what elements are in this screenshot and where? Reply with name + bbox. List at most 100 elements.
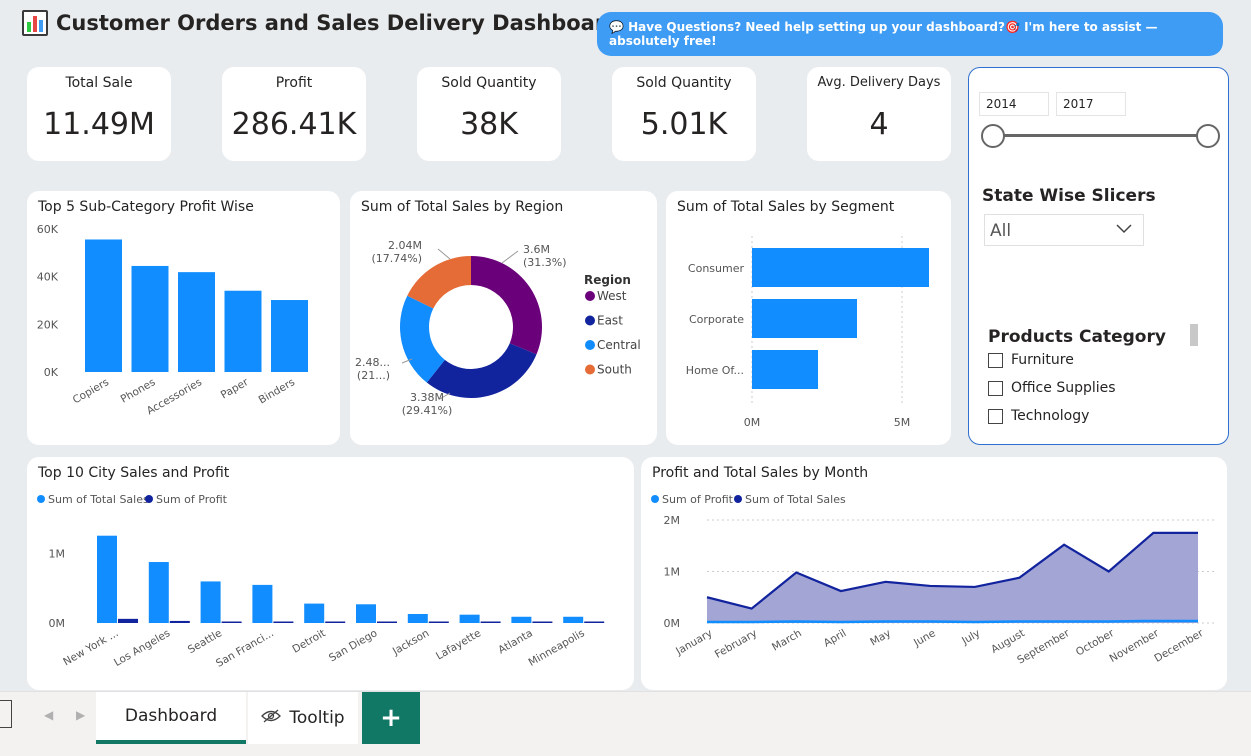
bar [85, 239, 122, 372]
checkbox[interactable] [988, 352, 1003, 368]
kpi-total-sale: Total Sale 11.49M [27, 67, 171, 161]
x-tick-label: Seattle [186, 627, 224, 656]
x-tick-label: Lafayette [434, 627, 483, 662]
x-tick-label: Copiers [71, 376, 111, 406]
checkbox[interactable] [988, 380, 1003, 396]
donut-slice [471, 256, 542, 355]
kpi-avg-delivery-days: Avg. Delivery Days 4 [807, 67, 951, 161]
bar [252, 584, 273, 623]
data-label-percent: (31.3%) [523, 256, 567, 269]
x-tick-label: November [1108, 627, 1162, 665]
subcategory-profit-plot: 0K20K40K60KCopiers PhonesAccessories Paper… [37, 223, 308, 417]
page-view-icon[interactable] [0, 700, 12, 728]
kpi-sold-quantity-2: Sold Quantity 5.01K [612, 67, 756, 161]
x-tick-label: December [1152, 627, 1206, 665]
bar [356, 604, 376, 623]
page-tab-bar: ◀ ▶ Dashboard Tooltip + [0, 691, 1251, 756]
x-tick-label: San Diego [327, 627, 379, 664]
bar [200, 581, 221, 623]
page-header: Customer Orders and Sales Delivery Dashb… [22, 10, 620, 36]
state-dropdown[interactable]: All [984, 214, 1144, 246]
leader-line [437, 248, 451, 260]
segment-sales-plot: 0M 5M Consumer Corporate Home Of... [686, 236, 929, 429]
city-sales-profit-chart: Top 10 City Sales and Profit Sum of Tota… [27, 457, 634, 690]
y-tick-label: 2M [664, 514, 681, 527]
bar [511, 616, 532, 623]
y-tick-label: 0M [664, 617, 681, 630]
category-option-technology[interactable]: Technology [988, 408, 1089, 424]
x-tick-label: San Franci... [214, 627, 276, 670]
bar [377, 621, 397, 623]
category-option-office-supplies[interactable]: Office Supplies [988, 380, 1116, 396]
bar [178, 272, 215, 372]
y-tick-label: 1M [49, 548, 66, 561]
category-slicer-heading: Products Category [988, 327, 1166, 347]
legend-marker [585, 315, 595, 326]
x-tick-label: April [822, 627, 849, 649]
kpi-label: Avg. Delivery Days [817, 75, 941, 90]
x-tick-label: Atlanta [496, 627, 535, 656]
x-tick-label: Binders [257, 376, 297, 406]
bar [532, 621, 553, 623]
bar-chart-icon [22, 10, 48, 36]
date-from-input[interactable]: 2014 [979, 92, 1049, 116]
y-tick-label: 40K [37, 271, 59, 284]
x-tick-label: New York ... [61, 627, 120, 668]
x-tick-label: January [673, 627, 714, 658]
help-banner[interactable]: 💬 Have Questions? Need help setting up y… [597, 12, 1223, 56]
bar [407, 613, 428, 623]
kpi-value: 286.41K [231, 107, 357, 142]
bar [273, 621, 294, 623]
kpi-sold-quantity: Sold Quantity 38K [417, 67, 561, 161]
data-label: 3.6M [523, 243, 550, 256]
kpi-label: Sold Quantity [441, 75, 537, 91]
x-tick-label: May [868, 627, 893, 648]
kpi-label: Sold Quantity [636, 75, 732, 91]
bar [224, 290, 262, 372]
bar [304, 603, 325, 623]
region-donut-plot: 3.6M(31.3%) 3.38M(29.41%) 2.48...(21...) 2.… [355, 239, 641, 417]
x-tick-label: 5M [894, 416, 911, 429]
checkbox[interactable] [988, 408, 1003, 424]
y-tick-label: Home Of... [686, 364, 744, 377]
date-slider-end-handle[interactable] [1196, 124, 1220, 148]
chevron-left-icon[interactable]: ◀ [44, 708, 53, 722]
chevron-right-icon[interactable]: ▶ [76, 708, 85, 722]
bar [271, 300, 308, 372]
bar [148, 562, 169, 623]
category-scrollbar[interactable] [1190, 324, 1198, 346]
bar [480, 621, 501, 623]
date-slider-track[interactable] [993, 134, 1209, 137]
tab-tooltip[interactable]: Tooltip [248, 692, 358, 744]
legend-marker [585, 364, 595, 375]
bar [325, 621, 346, 623]
legend-label: Sum of Total Sales [48, 493, 149, 506]
category-option-label: Furniture [1011, 352, 1074, 368]
add-page-button[interactable]: + [362, 692, 420, 744]
page-title: Customer Orders and Sales Delivery Dashb… [56, 11, 621, 35]
tab-label: Dashboard [124, 706, 218, 726]
leader-line [501, 250, 519, 264]
legend-label: East [597, 314, 623, 328]
segment-sales-chart: Sum of Total Sales by Segment 0M 5M Consum… [666, 191, 951, 445]
legend-title: Region [584, 273, 631, 287]
x-tick-label: February [713, 627, 759, 661]
legend-marker [145, 495, 153, 503]
kpi-value: 11.49M [43, 107, 155, 142]
bar [563, 616, 584, 623]
legend-marker [37, 495, 45, 503]
category-option-furniture[interactable]: Furniture [988, 352, 1074, 368]
date-slider-start-handle[interactable] [981, 124, 1005, 148]
state-slicer-heading: State Wise Slicers [982, 186, 1156, 206]
kpi-value: 38K [460, 107, 518, 142]
y-tick-label: 0K [44, 366, 59, 379]
date-to-input[interactable]: 2017 [1056, 92, 1126, 116]
bar [97, 535, 117, 623]
series-line [707, 619, 1198, 624]
bar [752, 248, 929, 287]
area-fill [707, 532, 1198, 623]
category-option-label: Office Supplies [1011, 380, 1116, 396]
x-tick-label: 0M [744, 416, 761, 429]
tab-dashboard[interactable]: Dashboard [96, 692, 246, 744]
state-dropdown-value: All [990, 221, 1012, 241]
